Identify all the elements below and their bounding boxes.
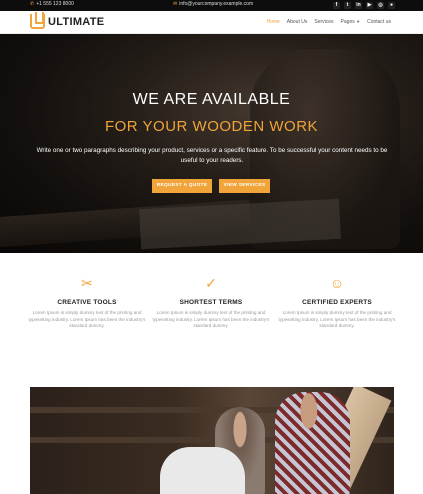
hero-subtitle: FOR YOUR WOODEN WORK	[104, 118, 319, 135]
photo-worker-shape	[275, 392, 350, 494]
hero-text: Write one or two paragraphs describing y…	[36, 147, 388, 164]
feature-text: Lorem Ipsum is simply dummy text of the …	[28, 310, 146, 328]
request-quote-button[interactable]: REQUEST A QUOTE	[152, 179, 212, 193]
top-bar: ✆ +1 555 123 8000 ✉ info@yourcompany.exa…	[0, 0, 423, 11]
feature-shortest-terms: ✓ SHORTEST TERMS Lorem Ipsum is simply d…	[151, 275, 271, 330]
social-links: f t in ▶ ◎ ●	[333, 2, 395, 9]
email-address: info@yourcompany.example.com	[179, 1, 254, 7]
feature-title: CERTIFIED EXPERTS	[302, 299, 372, 306]
twitter-icon[interactable]: t	[344, 2, 351, 9]
workshop-photo	[30, 387, 394, 494]
email-contact[interactable]: ✉ info@yourcompany.example.com	[173, 1, 253, 7]
photo-saw-shape	[160, 447, 245, 494]
navbar: ULTIMATE Home About Us Services Pages ▼ …	[0, 11, 423, 34]
nav-item-contact-us[interactable]: Contact us	[367, 19, 391, 25]
logo-mark-icon	[30, 12, 45, 29]
nav-item-services[interactable]: Services	[314, 19, 333, 25]
youtube-icon[interactable]: ▶	[366, 2, 373, 9]
feature-title: SHORTEST TERMS	[179, 299, 243, 306]
github-icon[interactable]: ●	[388, 2, 395, 9]
experts-icon: ☺	[329, 275, 345, 291]
logo-text: ULTIMATE	[48, 15, 105, 28]
check-circle-icon: ✓	[205, 275, 217, 291]
instagram-icon[interactable]: ◎	[377, 2, 384, 9]
feature-title: CREATIVE TOOLS	[57, 299, 117, 306]
phone-icon: ✆	[30, 1, 35, 7]
nav-item-home[interactable]: Home	[266, 19, 279, 25]
hero-section: WE ARE AVAILABLE FOR YOUR WOODEN WORK Wr…	[0, 34, 423, 253]
phone-number: +1 555 123 8000	[36, 1, 74, 7]
logo[interactable]: ULTIMATE	[30, 12, 105, 29]
feature-text: Lorem Ipsum is simply dummy text of the …	[278, 310, 396, 328]
feature-text: Lorem Ipsum is simply dummy text of the …	[152, 310, 270, 328]
nav-item-pages-label: Pages	[340, 19, 355, 25]
facebook-icon[interactable]: f	[333, 2, 340, 9]
chevron-down-icon: ▼	[356, 19, 361, 24]
hero-overlay	[0, 34, 423, 253]
linkedin-icon[interactable]: in	[355, 2, 362, 9]
view-services-button[interactable]: VIEW SERVICES	[219, 179, 270, 193]
feature-certified-experts: ☺ CERTIFIED EXPERTS Lorem Ipsum is simpl…	[277, 275, 397, 330]
nav-item-about-us[interactable]: About Us	[287, 19, 308, 25]
feature-creative-tools: ✂ CREATIVE TOOLS Lorem Ipsum is simply d…	[27, 275, 147, 330]
tools-icon: ✂	[81, 275, 93, 291]
main-menu: Home About Us Services Pages ▼ Contact u…	[266, 19, 391, 25]
phone-contact[interactable]: ✆ +1 555 123 8000	[30, 1, 74, 7]
hero-title: WE ARE AVAILABLE	[132, 91, 291, 108]
envelope-icon: ✉	[173, 1, 178, 7]
nav-item-pages[interactable]: Pages ▼	[341, 19, 361, 25]
